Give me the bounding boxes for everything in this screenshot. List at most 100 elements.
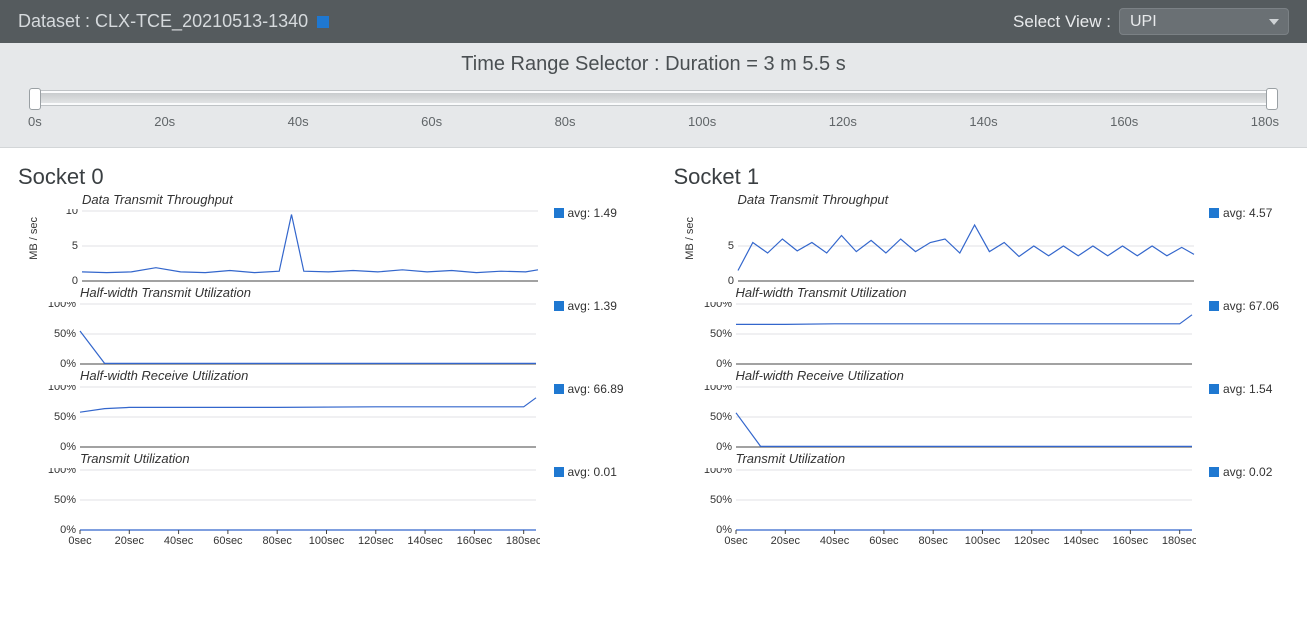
legend-label: avg: 67.06 [1223,299,1279,313]
range-tick: 180s [1251,114,1279,129]
chart-svg: 0% 50% 100% [696,385,1196,451]
svg-text:50%: 50% [709,494,731,506]
dataset-name: CLX-TCE_20210513-1340 [95,11,308,31]
time-range-slider[interactable] [32,90,1275,106]
dataset-prefix: Dataset : [18,11,95,31]
legend-label: avg: 4.57 [1223,206,1272,220]
chart-title: Half-width Transmit Utilization [80,285,554,300]
slider-handle-end[interactable] [1266,88,1278,110]
chart-legend: avg: 0.02 [1209,451,1289,479]
range-tick: 40s [288,114,309,129]
range-tick: 0s [28,114,42,129]
sockets-container: Socket 0 MB / secData Transmit Throughpu… [0,148,1307,554]
svg-text:100%: 100% [48,385,76,393]
chart-title: Data Transmit Throughput [82,192,554,207]
chart-title: Transmit Utilization [80,451,554,466]
svg-text:180sec: 180sec [506,535,540,546]
svg-text:100sec: 100sec [964,535,1000,546]
dataset-indicator-icon [317,16,329,28]
svg-text:100%: 100% [703,385,731,393]
time-range-ticks: 0s20s40s60s80s100s120s140s160s180s [28,114,1279,129]
chart-block: MB / secData Transmit Throughput0510avg:… [26,192,634,285]
chart-block: Half-width Transmit Utilization 0%50%100%… [682,285,1290,368]
socket-1-title: Socket 1 [674,164,1290,190]
time-range-panel: Time Range Selector : Duration = 3 m 5.5… [0,43,1307,148]
svg-text:60sec: 60sec [213,535,243,546]
svg-text:0%: 0% [716,441,732,451]
chart-block: Half-width Transmit Utilization0%50%100%… [26,285,634,368]
chart-legend: avg: 4.57 [1209,192,1289,220]
chart-legend: avg: 0.01 [554,451,634,479]
chart-legend: avg: 67.06 [1209,285,1289,313]
svg-text:40sec: 40sec [164,535,194,546]
svg-text:5: 5 [72,240,78,252]
chart-legend: avg: 1.54 [1209,368,1289,396]
svg-text:80sec: 80sec [918,535,948,546]
svg-text:100%: 100% [703,468,731,476]
chart-legend: avg: 66.89 [554,368,634,396]
chart-line [80,398,536,412]
socket-1: Socket 1 MB / secData Transmit Throughpu… [674,164,1290,546]
range-tick: 120s [829,114,857,129]
svg-text:140sec: 140sec [407,535,443,546]
svg-text:10: 10 [66,209,78,217]
svg-text:100%: 100% [48,302,76,310]
svg-text:0%: 0% [60,441,76,451]
range-tick: 160s [1110,114,1138,129]
svg-text:0: 0 [72,275,78,285]
chart-svg: 0% 50% 100% [40,385,540,451]
chart-block: MB / secData Transmit Throughput05avg: 4… [682,192,1290,285]
slider-fill [35,93,1272,103]
view-select-wrap: UPI [1119,8,1289,35]
svg-text:50%: 50% [54,328,76,340]
range-tick: 140s [969,114,997,129]
chart-line [738,225,1194,271]
legend-swatch-icon [1209,384,1219,394]
legend-swatch-icon [1209,467,1219,477]
chart-svg: 0%50%100% [696,302,1196,368]
svg-text:20sec: 20sec [770,535,800,546]
legend-swatch-icon [554,208,564,218]
chart-block: Half-width Receive Utilization 0% 50% 100% a… [26,368,634,451]
svg-text:50%: 50% [54,494,76,506]
legend-label: avg: 0.01 [568,465,617,479]
legend-label: avg: 1.49 [568,206,617,220]
chart-svg: 05 [698,209,1198,285]
chart-line [82,215,538,273]
chart-legend: avg: 1.39 [554,285,634,313]
svg-text:100%: 100% [703,302,731,310]
svg-text:20sec: 20sec [115,535,145,546]
svg-text:0sec: 0sec [68,535,92,546]
view-select[interactable]: UPI [1119,8,1289,35]
legend-swatch-icon [554,467,564,477]
slider-handle-start[interactable] [29,88,41,110]
view-picker: Select View : UPI [1013,8,1289,35]
chart-title: Half-width Transmit Utilization [736,285,1210,300]
legend-label: avg: 1.39 [568,299,617,313]
svg-text:40sec: 40sec [819,535,849,546]
chart-legend: avg: 1.49 [554,192,634,220]
chart-block: Transmit Utilization0%50%100%0sec20sec40… [26,451,634,546]
range-tick: 100s [688,114,716,129]
chart-svg: 0 5 10 [42,209,542,285]
svg-text:100%: 100% [48,468,76,476]
chart-svg: 0%50%100%0sec20sec40sec60sec80sec100sec1… [696,468,1196,546]
chart-title: Half-width Receive Utilization [736,368,1210,383]
legend-label: avg: 1.54 [1223,382,1272,396]
top-bar: Dataset : CLX-TCE_20210513-1340 Select V… [0,0,1307,43]
svg-text:0: 0 [727,275,733,285]
svg-text:50%: 50% [709,411,731,423]
chart-svg: 0%50%100% [40,302,540,368]
chart-title: Data Transmit Throughput [738,192,1210,207]
svg-text:0sec: 0sec [724,535,748,546]
legend-label: avg: 0.02 [1223,465,1272,479]
chart-svg: 0%50%100%0sec20sec40sec60sec80sec100sec1… [40,468,540,546]
svg-text:50%: 50% [54,411,76,423]
svg-text:60sec: 60sec [869,535,899,546]
chart-title: Half-width Receive Utilization [80,368,554,383]
chart-line [736,413,1192,447]
range-tick: 20s [154,114,175,129]
legend-swatch-icon [554,384,564,394]
svg-text:140sec: 140sec [1063,535,1099,546]
legend-swatch-icon [554,301,564,311]
